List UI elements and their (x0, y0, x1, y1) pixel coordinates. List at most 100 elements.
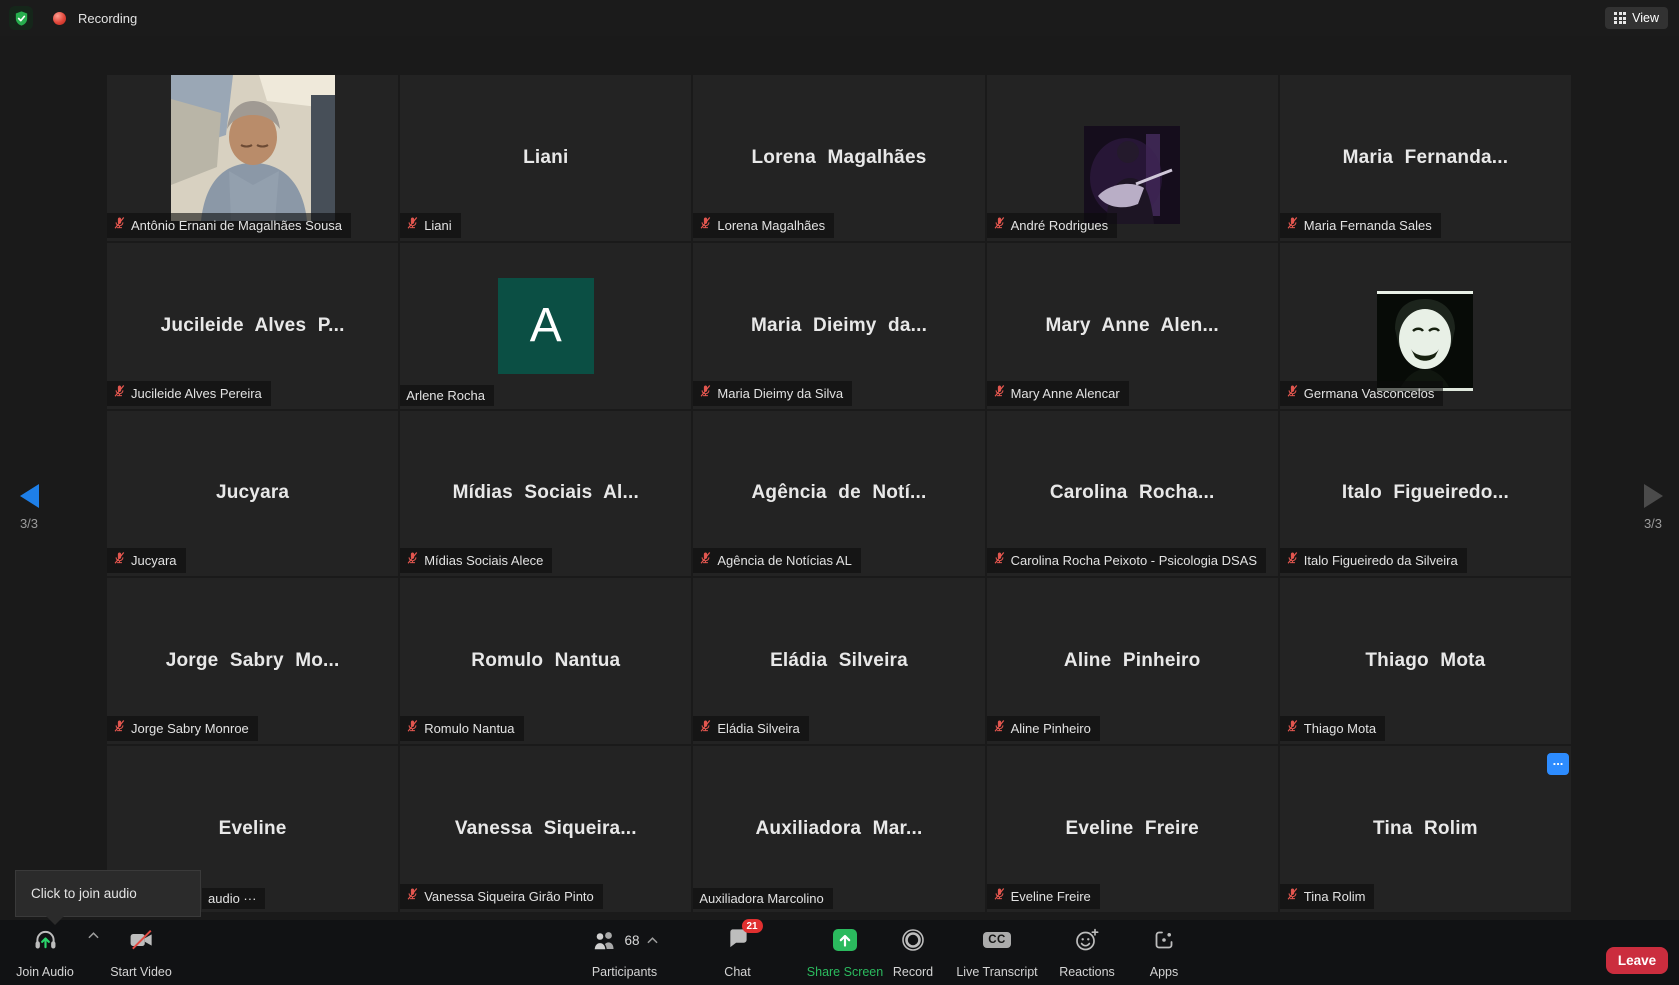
participant-label-text: Aline Pinheiro (1011, 721, 1091, 736)
live-transcript-button[interactable]: CC Live Transcript (938, 926, 1056, 979)
participants-count: 68 (624, 933, 639, 948)
participant-label-text: Tina Rolim (1304, 889, 1366, 904)
participant-tile[interactable]: Agência de Notí... Agência de Notícias A… (693, 411, 984, 577)
participant-name-label: Mary Anne Alencar (987, 381, 1129, 406)
chat-unread-badge: 21 (742, 919, 763, 933)
mic-muted-icon (993, 887, 1006, 906)
participant-tile[interactable]: A Arlene Rocha (400, 243, 691, 409)
participant-tile[interactable]: Jucileide Alves P... Jucileide Alves Per… (107, 243, 398, 409)
chat-button[interactable]: 21 Chat (700, 926, 775, 979)
mic-muted-icon (699, 551, 712, 570)
caret-up-icon[interactable] (647, 937, 658, 944)
participant-name-label: Jucileide Alves Pereira (107, 381, 271, 406)
participant-tile[interactable]: Lorena Magalhães Lorena Magalhães (693, 75, 984, 241)
participant-label-text: audio ··· (208, 891, 256, 906)
participant-tile[interactable]: Carolina Rocha... Carolina Rocha Peixoto… (987, 411, 1278, 577)
participant-label-text: Vanessa Siqueira Girão Pinto (424, 889, 594, 904)
participant-tile[interactable]: Aline Pinheiro Aline Pinheiro (987, 578, 1278, 744)
participant-name-label: audio ··· (202, 888, 265, 909)
previous-page-arrow[interactable] (20, 484, 39, 508)
view-button[interactable]: View (1605, 7, 1668, 29)
participant-tile[interactable]: Germana Vasconcelos (1280, 243, 1571, 409)
participant-tile[interactable]: Romulo Nantua Romulo Nantua (400, 578, 691, 744)
mic-muted-icon (406, 551, 419, 570)
participant-name-label: Vanessa Siqueira Girão Pinto (400, 884, 603, 909)
next-page-arrow[interactable] (1644, 484, 1663, 508)
participant-tile[interactable]: André Rodrigues (987, 75, 1278, 241)
participant-label-text: André Rodrigues (1011, 218, 1109, 233)
mic-muted-icon (406, 719, 419, 738)
participant-tile[interactable]: Eládia Silveira Eládia Silveira (693, 578, 984, 744)
participant-name-label: Carolina Rocha Peixoto - Psicologia DSAS (987, 548, 1266, 573)
mic-muted-icon (699, 216, 712, 235)
participant-tile[interactable]: Vanessa Siqueira... Vanessa Siqueira Gir… (400, 746, 691, 912)
participant-tile[interactable]: Mídias Sociais Al... Mídias Sociais Alec… (400, 411, 691, 577)
more-options-button[interactable]: ... (1547, 753, 1569, 775)
page-indicator-left: 3/3 (9, 516, 49, 531)
participants-icon (591, 929, 619, 951)
participant-label-text: Maria Dieimy da Silva (717, 386, 843, 401)
participants-grid: Antônio Ernani de Magalhães Sousa Liani … (107, 75, 1571, 912)
participant-name-label: Jorge Sabry Monroe (107, 716, 258, 741)
start-video-button[interactable]: Start Video (100, 926, 182, 979)
participant-tile[interactable]: Eveline Freire Eveline Freire (987, 746, 1278, 912)
live-transcript-label: Live Transcript (956, 965, 1037, 979)
participant-label-text: Jucileide Alves Pereira (131, 386, 262, 401)
participant-name-label: Maria Dieimy da Silva (693, 381, 852, 406)
mic-muted-icon (1286, 216, 1299, 235)
participant-name-label: Thiago Mota (1280, 716, 1385, 741)
apps-label: Apps (1150, 965, 1179, 979)
apps-button[interactable]: Apps (1133, 926, 1195, 979)
mic-muted-icon (993, 719, 1006, 738)
participant-tile[interactable]: Auxiliadora Mar... Auxiliadora Marcolino (693, 746, 984, 912)
join-audio-tooltip: Click to join audio (15, 870, 201, 917)
participant-label-text: Romulo Nantua (424, 721, 514, 736)
camera-off-icon (128, 926, 155, 954)
grid-view-icon (1614, 12, 1626, 24)
security-shield-icon[interactable] (9, 6, 33, 30)
participant-tile[interactable]: Thiago Mota Thiago Mota (1280, 578, 1571, 744)
mic-muted-icon (993, 551, 1006, 570)
participant-label-text: Jorge Sabry Monroe (131, 721, 249, 736)
page-indicator-right: 3/3 (1633, 516, 1673, 531)
mic-muted-icon (406, 887, 419, 906)
participant-tile[interactable]: Tina Rolim Tina Rolim ... (1280, 746, 1571, 912)
mic-muted-icon (1286, 719, 1299, 738)
join-audio-button[interactable]: Join Audio (5, 926, 85, 979)
meeting-toolbar: Join Audio Start Video 68 Participants (0, 920, 1679, 985)
top-bar: Recording View (0, 0, 1679, 36)
participant-name-label: Germana Vasconcelos (1280, 381, 1444, 406)
participant-label-text: Auxiliadora Marcolino (699, 891, 823, 906)
participant-tile[interactable]: Maria Fernanda... Maria Fernanda Sales (1280, 75, 1571, 241)
participant-label-text: Mary Anne Alencar (1011, 386, 1120, 401)
recording-label: Recording (78, 11, 137, 26)
participant-tile[interactable]: Jorge Sabry Mo... Jorge Sabry Monroe (107, 578, 398, 744)
mic-muted-icon (113, 216, 126, 235)
participant-name-label: Lorena Magalhães (693, 213, 834, 238)
participant-label-text: Maria Fernanda Sales (1304, 218, 1432, 233)
participant-label-text: Lorena Magalhães (717, 218, 825, 233)
participant-tile[interactable]: Liani Liani (400, 75, 691, 241)
mic-muted-icon (1286, 384, 1299, 403)
audio-options-caret[interactable] (86, 932, 100, 985)
record-label: Record (893, 965, 933, 979)
participant-tile[interactable]: Maria Dieimy da... Maria Dieimy da Silva (693, 243, 984, 409)
start-video-label: Start Video (110, 965, 172, 979)
participant-name-label: Eládia Silveira (693, 716, 808, 741)
participant-tile[interactable]: Antônio Ernani de Magalhães Sousa (107, 75, 398, 241)
participant-label-text: Carolina Rocha Peixoto - Psicologia DSAS (1011, 553, 1257, 568)
leave-button[interactable]: Leave (1606, 947, 1668, 974)
share-screen-icon (832, 926, 858, 954)
participant-tile[interactable]: Jucyara Jucyara (107, 411, 398, 577)
participants-button[interactable]: 68 Participants (562, 926, 687, 979)
reactions-button[interactable]: Reactions (1041, 926, 1133, 979)
participant-name-label: Antônio Ernani de Magalhães Sousa (107, 213, 351, 238)
participant-label-text: Antônio Ernani de Magalhães Sousa (131, 218, 342, 233)
participant-name-label: Maria Fernanda Sales (1280, 213, 1441, 238)
participant-label-text: Jucyara (131, 553, 177, 568)
mic-muted-icon (1286, 551, 1299, 570)
participant-tile[interactable]: Italo Figueiredo... Italo Figueiredo da … (1280, 411, 1571, 577)
participant-name-label: Eveline Freire (987, 884, 1100, 909)
recording-dot-icon (53, 12, 66, 25)
participant-tile[interactable]: Mary Anne Alen... Mary Anne Alencar (987, 243, 1278, 409)
